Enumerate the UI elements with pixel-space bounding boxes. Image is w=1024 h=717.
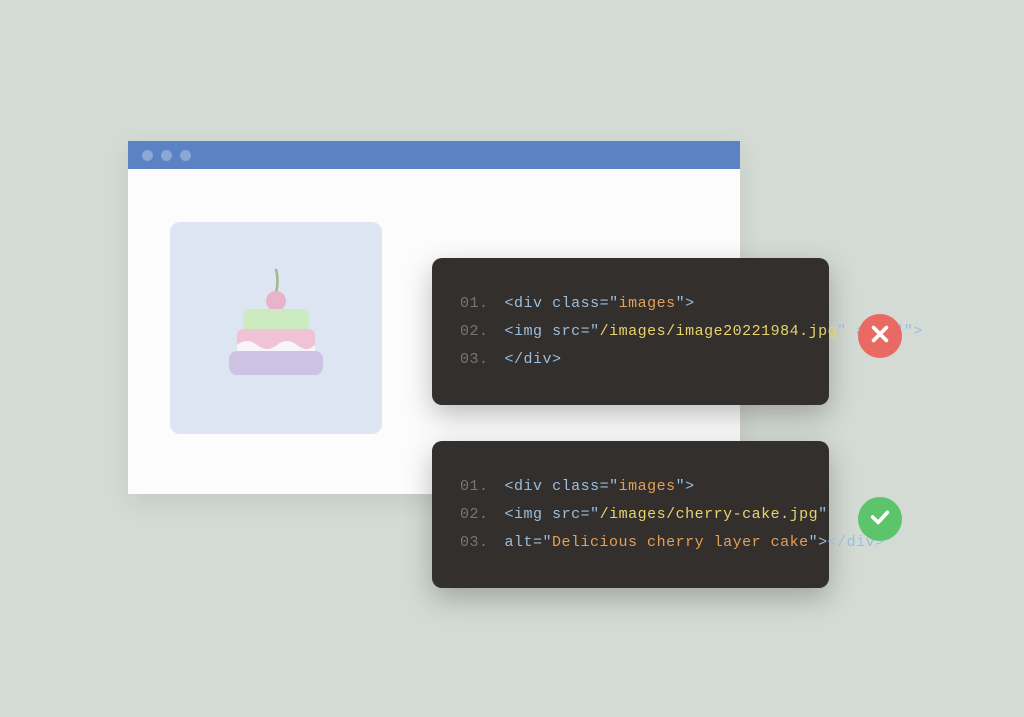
code-token: src [552,506,581,523]
code-block-good: 01.<div class="images">02.<img src="/ima… [432,441,829,588]
line-number: 02. [460,506,489,523]
code-token [543,478,553,495]
line-number: 02. [460,323,489,340]
code-token: < [505,478,515,495]
code-token: images [619,478,676,495]
window-dot-1 [142,150,153,161]
code-token [543,295,553,312]
code-token [847,323,857,340]
code-token: " [818,506,828,523]
code-token: "> [809,534,828,551]
code-token: "> [676,295,695,312]
code-token: img [514,323,543,340]
code-token: =" [600,295,619,312]
status-badge-bad [858,314,902,358]
code-token: Delicious cherry layer cake [552,534,809,551]
code-token: </ [828,534,847,551]
code-token: > [913,323,923,340]
code-line: 03. </div> [460,346,801,374]
code-token: div [514,295,543,312]
line-number: 03. [460,534,489,551]
code-token: =" [581,323,600,340]
code-token: div [524,351,553,368]
code-line: 02.<img src="/images/image20221984.jpg" … [460,318,801,346]
x-icon [869,323,891,350]
line-number: 03. [460,351,489,368]
code-line: 02.<img src="/images/cherry-cake.jpg" [460,501,801,529]
code-token: > [552,351,562,368]
code-token [543,323,553,340]
window-dot-3 [180,150,191,161]
code-token: " [837,323,847,340]
code-token: src [552,323,581,340]
image-placeholder [170,222,382,434]
line-number: 01. [460,478,489,495]
status-badge-good [858,497,902,541]
code-token: class [552,295,600,312]
code-line: 01. <div class="images"> [460,473,801,501]
code-line: 03.alt="Delicious cherry layer cake"></d… [460,529,801,557]
browser-titlebar [128,141,740,169]
code-block-bad: 01.<div class="images">02.<img src="/ima… [432,258,829,405]
code-token: images [619,295,676,312]
code-token: class [552,478,600,495]
code-token: "> [676,478,695,495]
code-token: /images/cherry-cake.jpg [600,506,819,523]
cake-icon [201,251,351,406]
code-token: </ [505,351,524,368]
code-token: < [505,323,515,340]
code-token: div [514,478,543,495]
window-dot-2 [161,150,172,161]
code-token: < [505,295,515,312]
line-number: 01. [460,295,489,312]
code-token: =" [600,478,619,495]
code-line: 01. <div class="images"> [460,290,801,318]
code-token: =" [581,506,600,523]
code-token: =" [533,534,552,551]
code-token: < [505,506,515,523]
code-token: /images/image20221984.jpg [600,323,838,340]
check-icon [869,506,891,533]
code-token: img [514,506,543,523]
code-token: alt [505,534,534,551]
code-token [543,506,553,523]
